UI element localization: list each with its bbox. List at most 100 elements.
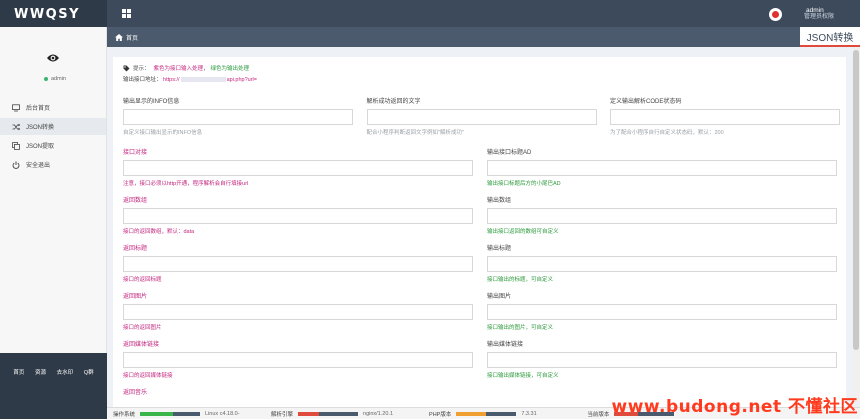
info-input[interactable] bbox=[123, 109, 353, 125]
notice-output-text: 绿色为输出处理 bbox=[210, 66, 250, 72]
sidebar-footer: 首页 资源 去水印 Q群 bbox=[0, 353, 107, 419]
field-info: 输出显示的INFO信息 自定义接口输出显示的INFO信息 bbox=[123, 96, 353, 136]
field-hint: 输出接口标题后方的小尾巴AD bbox=[487, 181, 561, 187]
field-return-title: 返回标题 接口的返回标题 bbox=[123, 243, 473, 283]
field-label: 返回数组 bbox=[123, 198, 148, 204]
field-label: 输出图片 bbox=[487, 294, 512, 300]
field-output-array: 输出数组 输出接口返回的数组可自定义 bbox=[487, 195, 837, 235]
field-label: 返回音乐 bbox=[123, 390, 148, 396]
field-hint: 接口的返回标题 bbox=[123, 277, 162, 283]
sidebar-menu: 后台首页 JSON转换 JSON提取 安全退出 bbox=[0, 99, 106, 175]
online-dot-icon bbox=[44, 77, 48, 81]
field-api: 接口对接 注意，接口必须以http开通，程序解析会自行填接url bbox=[123, 147, 473, 187]
output-image-input[interactable] bbox=[487, 304, 837, 320]
mapping-fields: 接口对接 注意，接口必须以http开通，程序解析会自行填接url 输出接口标题A… bbox=[123, 147, 837, 400]
breadcrumb-bar: 首页 bbox=[107, 27, 860, 47]
api-url-label: 输出接口地址： bbox=[123, 77, 162, 83]
api-input[interactable] bbox=[123, 160, 473, 176]
shuffle-icon bbox=[12, 123, 20, 131]
power-icon bbox=[12, 160, 20, 169]
logo-area: WWQSY bbox=[0, 0, 107, 27]
status-meter bbox=[456, 411, 517, 416]
avatar[interactable] bbox=[768, 7, 782, 21]
footer-link-qq-group[interactable]: Q群 bbox=[84, 368, 94, 376]
status-engine: 解析引擎 nginx/1.20.1 bbox=[271, 410, 423, 418]
status-label: 当前版本 bbox=[587, 411, 610, 418]
field-label: 接口对接 bbox=[123, 150, 148, 156]
sidebar-item-label: 安全退出 bbox=[26, 163, 51, 169]
output-array-input[interactable] bbox=[487, 208, 837, 224]
app-logo[interactable]: WWQSY bbox=[14, 7, 80, 22]
field-label: 定义输出解析CODE状态码 bbox=[610, 99, 682, 105]
status-label: PHP版本 bbox=[429, 411, 452, 418]
api-url-suffix: api.php?url= bbox=[226, 77, 257, 83]
field-hint: 配合小程序判断返回文字例如"解析成功" bbox=[366, 130, 464, 136]
field-label: 解析成功返回的文字 bbox=[366, 99, 421, 105]
sidebar-item-label: JSON提取 bbox=[26, 144, 55, 150]
sidebar-item-json-extract[interactable]: JSON提取 bbox=[0, 137, 106, 154]
field-return-music: 返回音乐 bbox=[123, 387, 473, 400]
grid-menu-icon[interactable] bbox=[122, 9, 132, 18]
scrollbar[interactable] bbox=[852, 47, 860, 407]
status-php: PHP版本 7.3.31 bbox=[429, 410, 581, 418]
success-text-input[interactable] bbox=[366, 109, 597, 125]
field-return-array: 返回数组 接口的返回数组，默认：data bbox=[123, 195, 473, 235]
scrollbar-thumb[interactable] bbox=[853, 50, 859, 350]
output-title-input[interactable] bbox=[487, 256, 837, 272]
footer-link-watermark[interactable]: 去水印 bbox=[57, 368, 74, 376]
footer-link-home[interactable]: 首页 bbox=[13, 368, 24, 376]
field-output-media: 输出媒体链接 接口输出媒体链接，可自定义 bbox=[487, 339, 837, 379]
return-title-input[interactable] bbox=[123, 256, 473, 272]
redacted-domain bbox=[180, 77, 226, 83]
monitor-icon bbox=[12, 103, 20, 112]
status-meter bbox=[298, 411, 359, 416]
sidebar: admin 后台首页 JSON转换 JSON提取 安全退出 首页 资源 去水印 … bbox=[0, 27, 107, 419]
field-label: 返回媒体链接 bbox=[123, 342, 160, 348]
notice-separator: ， bbox=[203, 66, 209, 72]
tag-icon bbox=[123, 65, 130, 71]
user-info[interactable]: admin 管理员权限 bbox=[804, 7, 834, 21]
field-label: 返回标题 bbox=[123, 246, 148, 252]
status-label: admin bbox=[51, 76, 66, 82]
field-output-title: 输出标题 接口输出的标题，可自定义 bbox=[487, 243, 837, 283]
return-array-input[interactable] bbox=[123, 208, 473, 224]
sidebar-item-json-convert[interactable]: JSON转换 bbox=[0, 118, 106, 135]
api-url: 输出接口地址： https:// api.php?url= bbox=[123, 75, 257, 83]
status-label: 操作系统 bbox=[113, 411, 136, 418]
field-hint: 为了配合小程序自行自定义状态码，默认：200 bbox=[610, 130, 724, 136]
user-menu[interactable]: admin 管理员权限 bbox=[768, 4, 834, 24]
top-fields: 输出显示的INFO信息 自定义接口输出显示的INFO信息 解析成功返回的文字 配… bbox=[123, 96, 840, 136]
api-url-link[interactable]: https:// api.php?url= bbox=[163, 77, 257, 83]
sidebar-item-label: JSON转换 bbox=[26, 125, 55, 131]
field-label: 返回图片 bbox=[123, 294, 148, 300]
field-success-text: 解析成功返回的文字 配合小程序判断返回文字例如"解析成功" bbox=[366, 96, 597, 136]
field-hint: 接口输出的标题，可自定义 bbox=[487, 277, 554, 283]
status-label: 解析引擎 bbox=[271, 411, 294, 418]
main-panel: 提示： 紫色为接口输入处理 ， 绿色为输出处理 输出接口地址： https://… bbox=[113, 57, 846, 407]
field-label: 输出数组 bbox=[487, 198, 512, 204]
title-ad-input[interactable] bbox=[487, 160, 837, 176]
sidebar-item-home[interactable]: 后台首页 bbox=[0, 99, 106, 116]
output-media-input[interactable] bbox=[487, 352, 837, 368]
notification-dot-icon bbox=[771, 10, 779, 18]
code-input[interactable] bbox=[610, 109, 840, 125]
eye-icon bbox=[47, 54, 59, 62]
return-media-input[interactable] bbox=[123, 352, 473, 368]
field-hint: 接口输出媒体链接，可自定义 bbox=[487, 373, 559, 379]
field-hint: 接口的返回媒体链接 bbox=[123, 373, 173, 379]
sidebar-item-logout[interactable]: 安全退出 bbox=[0, 156, 106, 173]
status-value: nginx/1.20.1 bbox=[363, 410, 393, 417]
breadcrumb[interactable]: 首页 bbox=[115, 33, 138, 42]
field-hint: 注意，接口必须以http开通，程序解析会自行填接url bbox=[123, 181, 249, 187]
field-return-image: 返回图片 接口的返回图片 bbox=[123, 291, 473, 331]
field-title-ad: 输出接口标题AD 输出接口标题后方的小尾巴AD bbox=[487, 147, 837, 187]
notice: 提示： 紫色为接口输入处理 ， 绿色为输出处理 bbox=[123, 64, 249, 72]
status-value: Linux c4.18.0- bbox=[205, 410, 240, 417]
return-image-input[interactable] bbox=[123, 304, 473, 320]
page-title: JSON转换 bbox=[800, 27, 860, 47]
field-hint: 接口的返回数组，默认：data bbox=[123, 229, 195, 235]
home-icon bbox=[115, 34, 123, 41]
breadcrumb-label: 首页 bbox=[126, 36, 139, 42]
api-url-prefix: https:// bbox=[163, 77, 180, 83]
footer-link-resources[interactable]: 资源 bbox=[35, 368, 46, 376]
